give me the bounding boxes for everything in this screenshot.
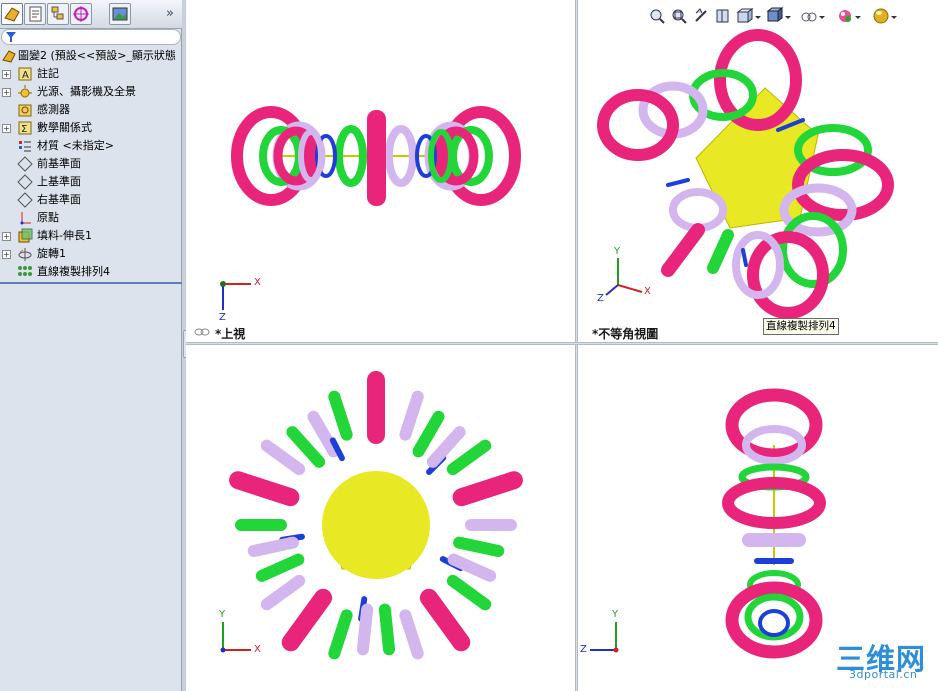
axis-y-label: Y xyxy=(614,246,621,257)
tree-item-label: 材質 <未指定> xyxy=(37,139,114,152)
configuration-manager-tab[interactable] xyxy=(47,3,69,25)
origin-icon xyxy=(20,212,31,225)
tree-item-label: 右基準面 xyxy=(37,193,81,206)
tree-item[interactable]: + 填料-伸長1 xyxy=(0,227,182,245)
lights-cameras-icon xyxy=(18,85,32,98)
edit-appearance-icon[interactable] xyxy=(836,7,854,25)
watermark-url: 3dportal.cn xyxy=(849,668,918,681)
material-icon xyxy=(19,141,31,152)
display-manager-icon xyxy=(112,7,128,21)
axis-x-label: X xyxy=(644,286,651,297)
view-label-isometric: *不等角視圖 xyxy=(592,327,659,341)
tree-root-label: 圖變2 (預設<<預設>_顯示狀態 xyxy=(18,49,176,62)
display-manager-tab[interactable] xyxy=(109,3,131,25)
viewport-top[interactable]: X Z *上視 xyxy=(186,0,575,342)
view-label-top: *上視 xyxy=(215,327,246,341)
property-manager-tab[interactable] xyxy=(24,3,46,25)
feature-manager-icon xyxy=(4,7,20,22)
plane-icon xyxy=(17,174,33,190)
tree-item-label: 直線複製排列4 xyxy=(37,265,110,278)
tree-item-label: 上基準面 xyxy=(37,175,81,188)
expand-icon[interactable]: + xyxy=(2,124,11,133)
svg-text:A: A xyxy=(22,70,29,81)
triad-top xyxy=(220,281,251,310)
feature-manager-panel: » 圖變2 (預設<<預設>_顯示狀態 + A 註記 + 光源、攝影機及全景 感測器 + Σ 數… xyxy=(0,0,182,691)
tree-item-label: 前基準面 xyxy=(37,157,81,170)
link-view-icon[interactable] xyxy=(194,327,210,337)
tree-item[interactable]: 前基準面 xyxy=(0,155,182,173)
tree-item-label: 數學關係式 xyxy=(37,121,92,134)
filter-icon xyxy=(6,32,16,42)
viewport-isometric[interactable]: X Y Z *不等角視圖 xyxy=(578,0,938,342)
heads-up-view-toolbar xyxy=(640,5,910,27)
viewport-splitter-vertical[interactable] xyxy=(575,0,578,691)
tree-item-label: 旋轉1 xyxy=(37,247,66,260)
tree-filter[interactable] xyxy=(1,29,181,45)
dropdown-arrow-icon[interactable] xyxy=(890,7,908,25)
dropdown-arrow-icon[interactable] xyxy=(818,7,836,25)
tree-item-label: 註記 xyxy=(37,67,59,80)
tree-root[interactable]: 圖變2 (預設<<預設>_顯示狀態 xyxy=(0,47,182,65)
triad-front xyxy=(220,622,251,653)
tree-item[interactable]: 上基準面 xyxy=(0,173,182,191)
feature-manager-tab[interactable] xyxy=(1,3,23,25)
axis-y-label: Y xyxy=(612,609,619,620)
tree-item[interactable]: 右基準面 xyxy=(0,191,182,209)
tree-item[interactable]: 直線複製排列4 xyxy=(0,263,182,281)
previous-view-icon[interactable] xyxy=(692,7,710,25)
zoom-to-fit-icon[interactable] xyxy=(648,7,666,25)
axis-z-label: Z xyxy=(219,312,226,323)
plane-icon xyxy=(17,192,33,208)
more-tabs-icon[interactable]: » xyxy=(166,6,174,21)
plane-icon xyxy=(17,156,33,172)
tree-item[interactable]: 感測器 xyxy=(0,101,182,119)
svg-text:Σ: Σ xyxy=(21,124,27,135)
part-icon xyxy=(2,50,16,63)
tree-item[interactable]: 原點 xyxy=(0,209,182,227)
feature-tooltip: 直線複製排列4 xyxy=(763,318,839,335)
tree-item[interactable]: + 光源、攝影機及全景 xyxy=(0,83,182,101)
hide-show-items-icon[interactable] xyxy=(800,7,818,25)
tree-item-label: 光源、攝影機及全景 xyxy=(37,85,136,98)
view-orientation-icon[interactable] xyxy=(736,7,754,25)
tree-item-label: 原點 xyxy=(37,211,59,224)
tree-rollback-bar[interactable] xyxy=(0,282,182,284)
expand-icon[interactable]: + xyxy=(2,232,11,241)
equations-icon: Σ xyxy=(18,121,32,135)
viewport-splitter-horizontal[interactable] xyxy=(186,342,938,345)
axis-x-label: X xyxy=(254,644,261,655)
property-manager-icon xyxy=(29,6,42,22)
configuration-manager-icon xyxy=(51,6,64,20)
annotations-icon: A xyxy=(18,67,32,81)
tree-item[interactable]: + 旋轉1 xyxy=(0,245,182,263)
axis-y-label: Y xyxy=(219,609,226,620)
viewport-front[interactable]: X Y xyxy=(186,345,575,691)
axis-z-label: Z xyxy=(580,644,587,655)
display-style-icon[interactable] xyxy=(766,7,784,25)
tree-item-label: 填料-伸長1 xyxy=(37,229,92,242)
dimxpert-tab[interactable] xyxy=(70,3,92,25)
panel-tab-bar: » xyxy=(0,0,182,29)
axis-x-label: X xyxy=(254,277,261,288)
linear-pattern-icon xyxy=(18,266,32,276)
extrude-icon xyxy=(18,228,33,243)
tree-item[interactable]: 材質 <未指定> xyxy=(0,137,182,155)
expand-icon[interactable]: + xyxy=(2,70,11,79)
tree-item[interactable]: + A 註記 xyxy=(0,65,182,83)
zoom-to-area-icon[interactable] xyxy=(670,7,688,25)
expand-icon[interactable]: + xyxy=(2,88,11,97)
dimxpert-icon xyxy=(73,6,89,22)
tree-item-label: 感測器 xyxy=(37,103,70,116)
apply-scene-icon[interactable] xyxy=(872,7,890,25)
axis-z-label: Z xyxy=(597,293,604,304)
revolve-icon xyxy=(18,248,32,261)
section-view-icon[interactable] xyxy=(714,7,732,25)
expand-icon[interactable]: + xyxy=(2,250,11,259)
sensors-icon xyxy=(18,104,32,117)
tree-item[interactable]: + Σ 數學關係式 xyxy=(0,119,182,137)
dropdown-arrow-icon[interactable] xyxy=(854,7,872,25)
triad-isometric xyxy=(605,258,643,296)
